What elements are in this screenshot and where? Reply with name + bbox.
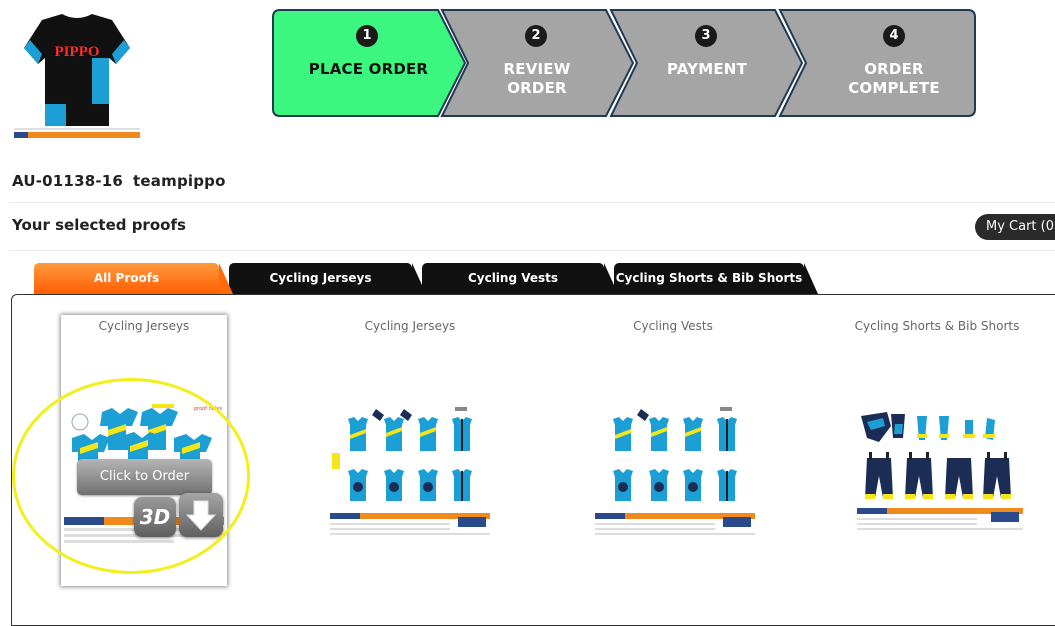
- tab-label: All Proofs: [93, 271, 160, 285]
- section-title: Your selected proofs: [12, 216, 186, 234]
- my-cart-button[interactable]: My Cart (0): [975, 214, 1055, 240]
- order-steps: 1 PLACE ORDER 2 REVIEW ORDER 3 PAYMENT 4…: [272, 9, 977, 119]
- order-header: AU-01138-16 teampippo: [12, 172, 226, 190]
- step-3-label: PAYMENT: [666, 60, 747, 78]
- tab-cycling-shorts[interactable]: Cycling Shorts & Bib Shorts: [614, 263, 818, 294]
- team-logo: PIPPO: [12, 8, 142, 143]
- step-3-number: 3: [695, 25, 717, 47]
- step-4-number: 4: [883, 25, 905, 47]
- step-2-label-line2: ORDER: [507, 79, 567, 97]
- divider: [10, 250, 1055, 251]
- tab-label: Cycling Vests: [467, 271, 559, 285]
- tab-cycling-vests[interactable]: Cycling Vests: [422, 263, 618, 294]
- tab-label: Cycling Jerseys: [269, 271, 372, 285]
- step-4-label-line1: ORDER: [864, 60, 924, 78]
- step-1-label: PLACE ORDER: [308, 60, 429, 78]
- step-4-label-line2: COMPLETE: [848, 79, 940, 97]
- proof-thumbnail-vests[interactable]: [595, 405, 755, 549]
- proof-caption: Cycling Jerseys: [364, 319, 456, 333]
- proof-thumbnail-shorts[interactable]: [857, 408, 1023, 544]
- team-name: teampippo: [133, 172, 226, 190]
- proof-caption: Cycling Jerseys: [98, 319, 190, 333]
- tab-all-proofs[interactable]: All Proofs: [34, 263, 233, 294]
- tab-label: Cycling Shorts & Bib Shorts: [615, 271, 803, 285]
- proof-caption: Cycling Shorts & Bib Shorts: [854, 319, 1020, 333]
- logo-text: PIPPO: [55, 44, 100, 60]
- divider: [10, 202, 1055, 203]
- proof-thumbnail-jerseys[interactable]: [330, 405, 490, 549]
- proof-caption: Cycling Vests: [633, 319, 713, 333]
- highlight-ellipse: [12, 378, 250, 574]
- tab-cycling-jerseys[interactable]: Cycling Jerseys: [229, 263, 426, 294]
- step-1-number: 1: [356, 25, 378, 47]
- step-2-label-line1: REVIEW: [503, 60, 571, 78]
- order-id: AU-01138-16: [12, 172, 124, 190]
- step-2-number: 2: [525, 25, 547, 47]
